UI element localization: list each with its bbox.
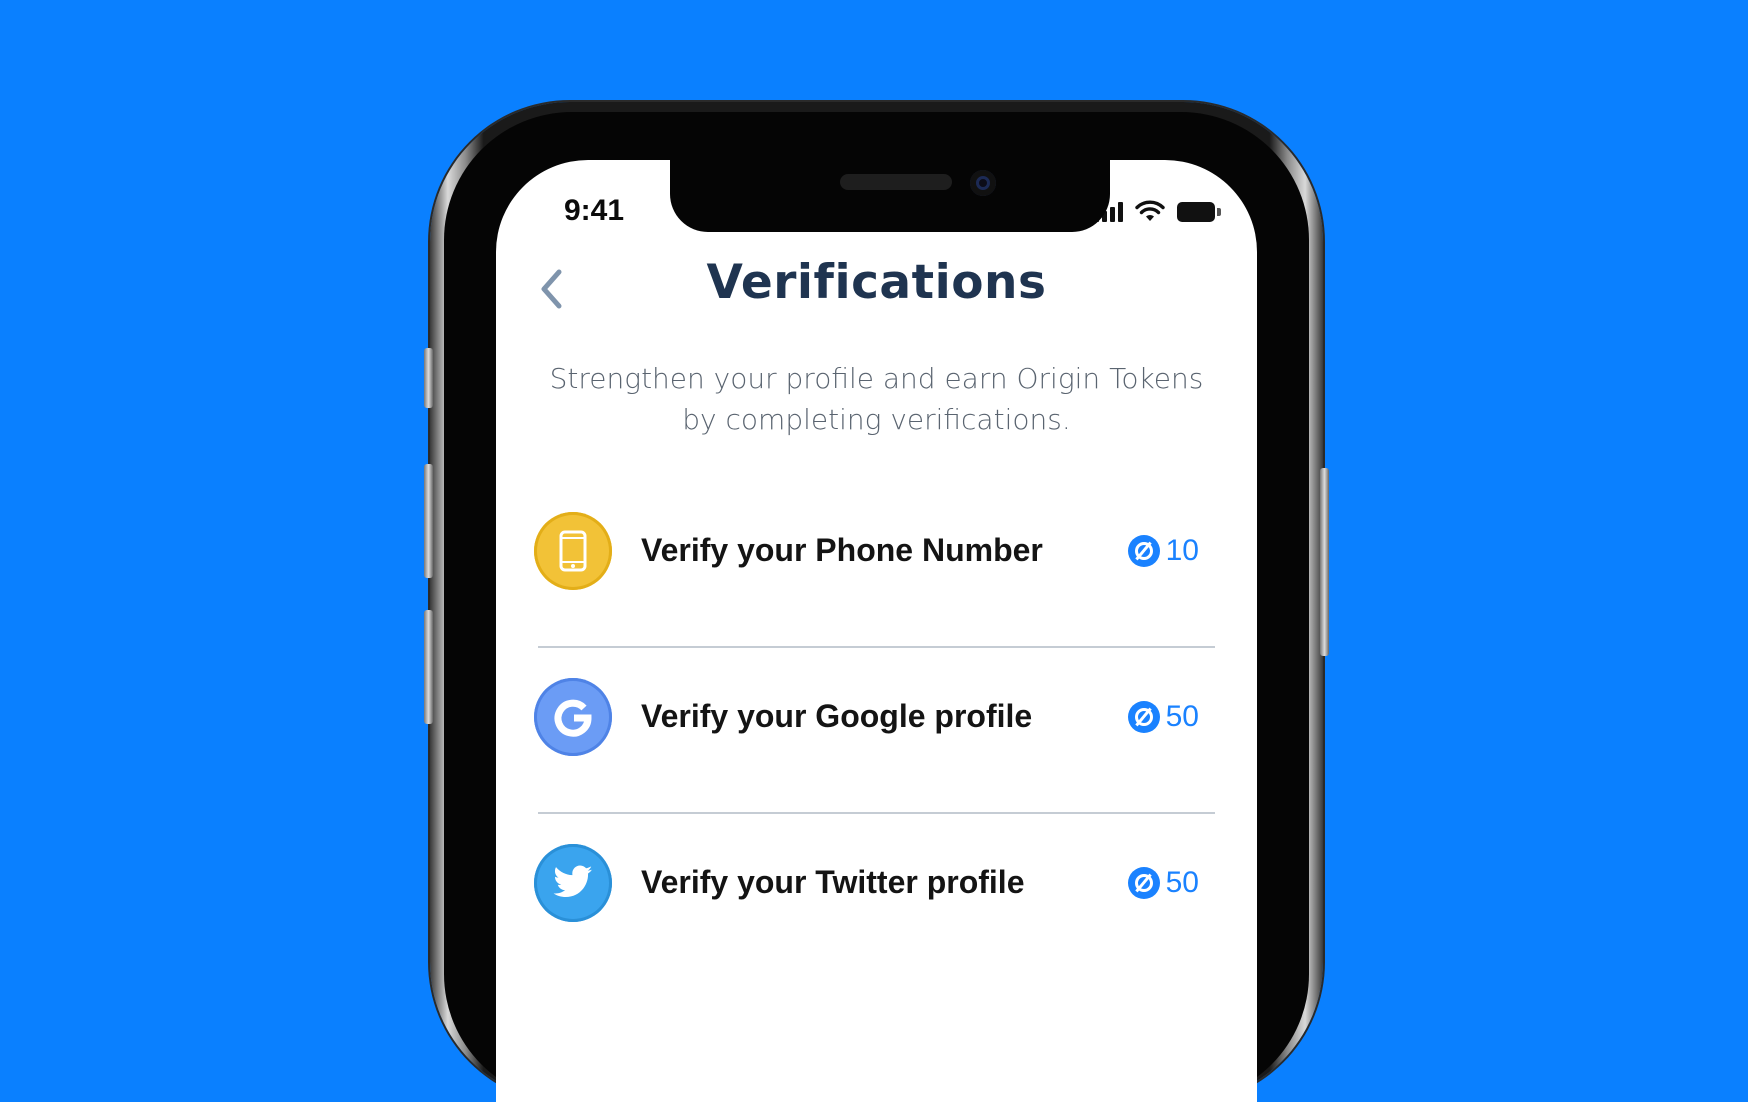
status-time: 9:41: [564, 194, 625, 227]
battery-icon: [1177, 202, 1221, 222]
volume-down-button: [424, 610, 433, 724]
speaker-grille: [840, 174, 952, 190]
origin-token-icon: [1127, 535, 1160, 567]
reward-value: 10: [1165, 534, 1199, 567]
token-reward: 50: [1127, 700, 1199, 734]
wifi-icon: [1135, 200, 1165, 221]
origin-token-icon: [1127, 701, 1160, 733]
verification-label: Verify your Twitter profile: [641, 864, 1025, 900]
notch: [670, 160, 1110, 232]
token-reward: 50: [1127, 866, 1199, 900]
verification-label: Verify your Google profile: [641, 698, 1033, 734]
verification-item-google[interactable]: Verify your Google profile 50: [534, 648, 1219, 814]
power-button: [1320, 468, 1329, 656]
phone-bezel: 9:41 Verifications Strengthen your profi…: [444, 112, 1309, 1102]
reward-value: 50: [1165, 866, 1199, 899]
side-button: [424, 348, 433, 408]
verification-list: Verify your Phone Number 10 Verify your …: [534, 482, 1219, 980]
status-icons: [1094, 200, 1221, 222]
google-icon: [534, 678, 612, 756]
front-camera: [970, 170, 996, 196]
verification-label: Verify your Phone Number: [641, 532, 1043, 568]
verification-item-phone[interactable]: Verify your Phone Number 10: [534, 482, 1219, 648]
verification-item-twitter[interactable]: Verify your Twitter profile 50: [534, 814, 1219, 980]
token-reward: 10: [1127, 534, 1199, 568]
intro-text: Strengthen your profile and earn Origin …: [549, 362, 1204, 436]
reward-value: 50: [1165, 700, 1199, 733]
twitter-icon: [534, 844, 612, 922]
page-title: Verifications: [706, 255, 1047, 310]
phone-frame: 9:41 Verifications Strengthen your profi…: [424, 102, 1329, 1102]
origin-token-icon: [1127, 867, 1160, 899]
phone-icon: [534, 512, 612, 590]
app-screen: 9:41 Verifications Strengthen your profi…: [496, 160, 1257, 1102]
volume-up-button: [424, 464, 433, 578]
